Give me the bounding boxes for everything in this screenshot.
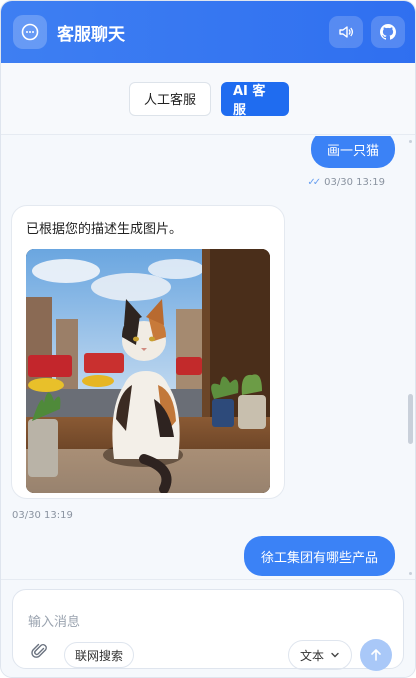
generated-cat-image[interactable] xyxy=(26,249,270,493)
header: 客服聊天 xyxy=(1,1,415,63)
mode-switch: 人工客服 AI 客服 xyxy=(1,63,415,135)
message-text: 已根据您的描述生成图片。 xyxy=(26,222,183,237)
send-button[interactable] xyxy=(360,639,392,671)
chat-logo xyxy=(13,15,47,49)
format-select[interactable]: 文本 xyxy=(288,640,352,670)
arrow-up-icon xyxy=(371,649,381,661)
format-select-value: 文本 xyxy=(299,648,324,663)
assistant-message: 已根据您的描述生成图片。 xyxy=(11,205,285,499)
message-input[interactable]: 输入消息 xyxy=(28,611,80,630)
user-message: 徐工集团有哪些产品 xyxy=(243,536,395,576)
message-time: 03/30 13:19 xyxy=(324,177,385,188)
scroll-down-arrow[interactable] xyxy=(409,572,412,575)
user-message: 画一只猫 xyxy=(310,136,395,168)
github-icon xyxy=(380,24,396,40)
chat-window: 客服聊天 人工客服 AI 客服 画一只猫 ✓✓ 03/30 13:19 已根据您… xyxy=(0,0,416,678)
sound-toggle-button[interactable] xyxy=(329,16,363,48)
message-text: 徐工集团有哪些产品 xyxy=(260,550,378,566)
web-search-toggle[interactable]: 联网搜索 xyxy=(64,642,135,668)
message-meta: ✓✓ 03/30 13:19 xyxy=(307,177,385,188)
composer-area: 输入消息 联网搜索 文本 xyxy=(1,579,415,677)
message-list[interactable]: 画一只猫 ✓✓ 03/30 13:19 已根据您的描述生成图片。 03/30 1… xyxy=(1,136,415,579)
chat-bubble-icon xyxy=(21,23,39,41)
double-check-icon: ✓✓ xyxy=(307,177,321,188)
message-text: 画一只猫 xyxy=(326,143,379,159)
paperclip-icon[interactable] xyxy=(31,642,49,660)
github-button[interactable] xyxy=(371,16,405,48)
scrollbar-thumb[interactable] xyxy=(408,394,413,444)
tab-human-service[interactable]: 人工客服 xyxy=(129,81,211,116)
tab-ai-service[interactable]: AI 客服 xyxy=(221,81,289,118)
page-title: 客服聊天 xyxy=(57,24,125,45)
speaker-icon xyxy=(339,26,354,38)
message-time: 03/30 13:19 xyxy=(12,510,73,521)
chevron-down-icon xyxy=(331,652,339,658)
scroll-up-arrow[interactable] xyxy=(409,140,412,143)
composer: 输入消息 联网搜索 文本 xyxy=(12,589,404,671)
